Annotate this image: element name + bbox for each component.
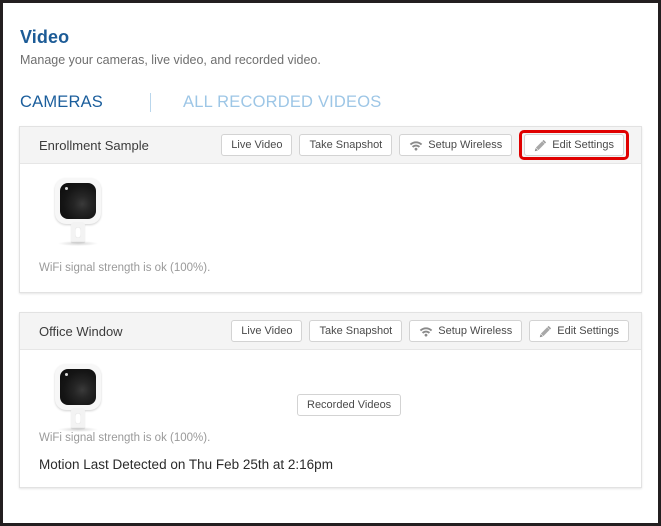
camera-name: Enrollment Sample [39,137,149,153]
take-snapshot-label: Take Snapshot [319,324,393,337]
tab-bar: CAMERAS ALL RECORDED VIDEOS [3,68,658,115]
camera-stand-slot [75,413,81,424]
camera-card: Enrollment Sample Live Video Take Snapsh… [19,126,642,293]
recorded-videos-label: Recorded Videos [307,398,392,411]
page-subtitle: Manage your cameras, live video, and rec… [20,53,321,67]
camera-card: Office Window Live Video Take Snapshot S… [19,312,642,488]
camera-card-actions: Live Video Take Snapshot Setup Wireless … [231,320,629,342]
live-video-button[interactable]: Live Video [221,134,293,156]
take-snapshot-button[interactable]: Take Snapshot [309,320,403,342]
camera-stand-slot [75,227,81,238]
setup-wireless-label: Setup Wireless [428,138,503,151]
camera-thumbnail-icon[interactable] [52,178,104,250]
wifi-icon [409,140,423,151]
page-header: Video Manage your cameras, live video, a… [3,3,658,68]
edit-settings-label: Edit Settings [552,138,614,151]
camera-led-icon [65,187,68,190]
setup-wireless-button[interactable]: Setup Wireless [399,134,513,156]
edit-settings-button[interactable]: Edit Settings [524,134,624,156]
camera-led-icon [65,373,68,376]
live-video-label: Live Video [241,324,293,337]
recorded-videos-button[interactable]: Recorded Videos [297,394,402,416]
page-title: Video [20,27,70,47]
page-content: Video Manage your cameras, live video, a… [3,3,658,523]
setup-wireless-button[interactable]: Setup Wireless [409,320,523,342]
camera-card-body: Recorded Videos [20,350,641,432]
camera-body-extra [136,164,641,208]
setup-wireless-label: Setup Wireless [438,324,513,337]
take-snapshot-button[interactable]: Take Snapshot [299,134,393,156]
take-snapshot-label: Take Snapshot [309,138,383,151]
camera-thumbnail-wrap [20,350,136,436]
live-video-label: Live Video [231,138,283,151]
tab-cameras[interactable]: CAMERAS [20,93,103,112]
tab-divider [150,92,151,112]
camera-card-header: Office Window Live Video Take Snapshot S… [20,313,641,350]
camera-card-footer: WiFi signal strength is ok (100%). [20,260,641,292]
edit-settings-highlight: Edit Settings [519,130,629,160]
wifi-status-text: WiFi signal strength is ok (100%). [39,262,211,274]
pencil-icon [534,139,547,152]
camera-shadow [58,427,98,432]
camera-card-actions: Live Video Take Snapshot Setup Wireless … [221,130,629,160]
wifi-icon [419,326,433,337]
camera-shadow [58,241,98,246]
camera-body-extra: Recorded Videos [136,350,641,416]
tab-all-recorded-videos[interactable]: ALL RECORDED VIDEOS [183,93,382,112]
camera-card-list: Enrollment Sample Live Video Take Snapsh… [3,115,658,488]
edit-settings-button[interactable]: Edit Settings [529,320,629,342]
camera-body-row [20,164,641,250]
camera-thumbnail-wrap [20,164,136,250]
edit-settings-label: Edit Settings [557,324,619,337]
page-frame: Video Manage your cameras, live video, a… [0,0,661,526]
motion-status-text: Motion Last Detected on Thu Feb 25th at … [39,457,333,472]
pencil-icon [539,325,552,338]
camera-card-header: Enrollment Sample Live Video Take Snapsh… [20,127,641,164]
camera-card-footer: WiFi signal strength is ok (100%). Motio… [20,430,641,487]
camera-card-body [20,164,641,260]
camera-thumbnail-icon[interactable] [52,364,104,436]
camera-body-row: Recorded Videos [20,350,641,436]
camera-name: Office Window [39,323,123,339]
live-video-button[interactable]: Live Video [231,320,303,342]
